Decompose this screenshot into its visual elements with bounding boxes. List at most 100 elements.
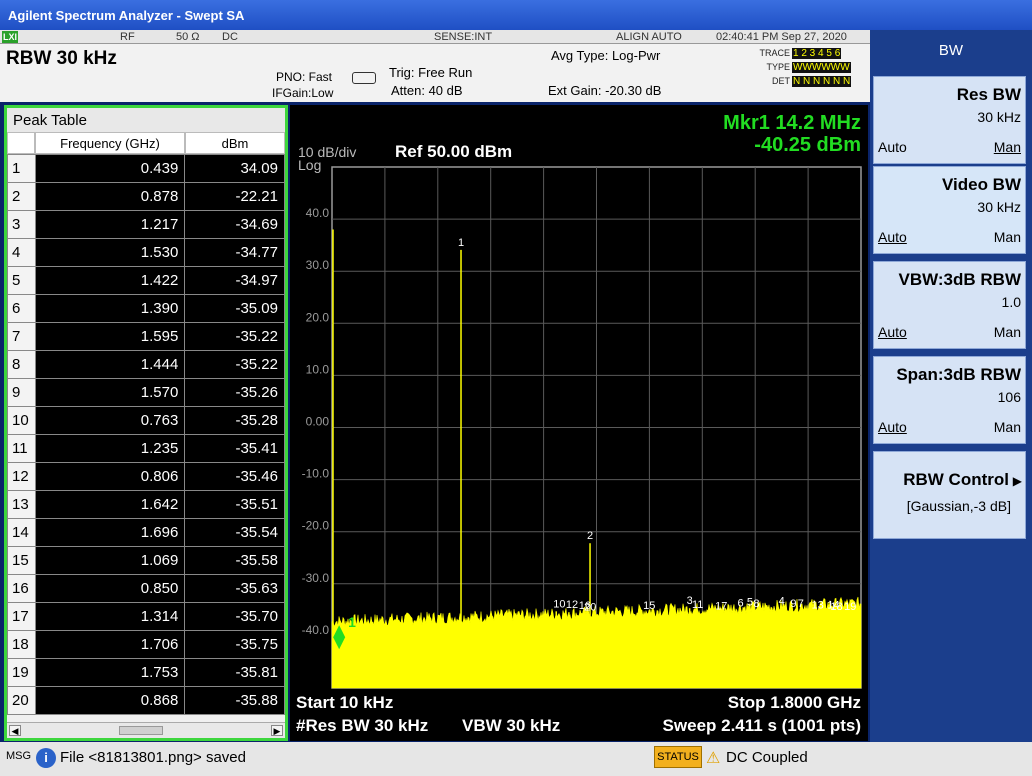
peak-dbm-cell: -22.21	[184, 182, 285, 211]
table-row[interactable]: 17 1.314 -35.70	[7, 602, 285, 631]
peak-dbm-cell: -35.88	[184, 686, 285, 715]
scroll-left-arrow-icon[interactable]: ◀	[9, 725, 21, 736]
sweep-label: Sweep 2.411 s (1001 pts)	[663, 716, 861, 735]
table-row[interactable]: 11 1.235 -35.41	[7, 434, 285, 463]
marker-label: 15	[643, 600, 655, 612]
peak-index-cell: 2	[7, 182, 36, 211]
atten-label: Atten: 40 dB	[391, 83, 463, 98]
status-button[interactable]: STATUS	[654, 746, 702, 768]
measurement-bar: LXI RF 50 Ω DC SENSE:INT ALIGN AUTO 02:4…	[0, 30, 870, 102]
video-bw-value: 30 kHz	[977, 199, 1021, 215]
table-row[interactable]: 7 1.595 -35.22	[7, 322, 285, 351]
peak-dbm-cell: -35.41	[184, 434, 285, 463]
y-tick-label: 20.0	[306, 310, 330, 324]
rbw-control-softkey[interactable]: RBW Control ▶ [Gaussian,-3 dB]	[873, 451, 1026, 539]
span-rbw-softkey[interactable]: Span:3dB RBW 106 Auto Man	[873, 356, 1026, 444]
res-bw-man: Man	[993, 139, 1021, 155]
scroll-thumb[interactable]	[119, 726, 163, 735]
res-bw-value: 30 kHz	[977, 109, 1021, 125]
vbw-label: VBW 30 kHz	[462, 716, 560, 735]
marker-label: 9	[790, 598, 796, 610]
impedance-label: 50 Ω	[176, 31, 200, 43]
peak-dbm-cell: 34.09	[184, 154, 285, 183]
span-rbw-auto: Auto	[878, 419, 907, 435]
peak-index-cell: 7	[7, 322, 36, 351]
peak-table-header: Frequency (GHz) dBm	[7, 132, 285, 154]
submenu-arrow-icon: ▶	[1012, 474, 1022, 488]
peak-dbm-cell: -35.26	[184, 378, 285, 407]
coupling-message: DC Coupled	[726, 749, 808, 766]
marker-label: 12	[566, 599, 578, 611]
peak-frequency-cell: 1.595	[34, 322, 186, 351]
msg-label: MSG	[6, 750, 32, 762]
scroll-right-arrow-icon[interactable]: ▶	[271, 725, 283, 736]
status-bar: MSG i File <81813801.png> saved STATUS ⚠…	[0, 742, 1032, 776]
res-bw-title: Res BW	[956, 85, 1021, 104]
vbw-rbw-value: 1.0	[1001, 294, 1021, 310]
marker-label: 8	[753, 598, 759, 610]
scale-type-label: Log	[298, 157, 321, 173]
peak-table-panel: Peak Table Frequency (GHz) dBm 1 0.439 34.…	[4, 105, 288, 741]
peak-dbm-cell: -34.77	[184, 238, 285, 267]
peak-dbm-cell: -35.28	[184, 406, 285, 435]
peak-markers: 1123 456 78 910 1112 13 141516 17 18 1920	[333, 237, 856, 650]
dbm-header[interactable]: dBm	[185, 132, 285, 154]
table-row[interactable]: 3 1.217 -34.69	[7, 210, 285, 239]
res-bw-label: #Res BW 30 kHz	[296, 716, 428, 735]
datetime: 02:40:41 PM Sep 27, 2020	[716, 31, 847, 43]
table-row[interactable]: 6 1.390 -35.09	[7, 294, 285, 323]
status-message: File <81813801.png> saved	[60, 749, 246, 766]
vbw-rbw-title: VBW:3dB RBW	[898, 270, 1021, 289]
peak-frequency-cell: 1.753	[34, 658, 186, 687]
table-row[interactable]: 15 1.069 -35.58	[7, 546, 285, 575]
peak-dbm-cell: -35.81	[184, 658, 285, 687]
rf-input-label: RF	[120, 31, 135, 43]
det-label: DET	[772, 76, 790, 86]
peak-dbm-cell: -35.54	[184, 518, 285, 547]
table-row[interactable]: 14 1.696 -35.54	[7, 518, 285, 547]
vbw-rbw-man: Man	[993, 324, 1021, 340]
table-row[interactable]: 16 0.850 -35.63	[7, 574, 285, 603]
y-tick-label: -10.0	[302, 467, 330, 481]
table-row[interactable]: 9 1.570 -35.26	[7, 378, 285, 407]
rbw-control-value: [Gaussian,-3 dB]	[906, 498, 1011, 514]
peak-index-cell: 15	[7, 546, 36, 575]
peak-frequency-cell: 0.806	[34, 462, 186, 491]
vbw-rbw-softkey[interactable]: VBW:3dB RBW 1.0 Auto Man	[873, 261, 1026, 349]
table-row[interactable]: 5 1.422 -34.97	[7, 266, 285, 295]
table-row[interactable]: 20 0.868 -35.88	[7, 686, 285, 715]
trace-label: TRACE	[759, 48, 790, 58]
table-row[interactable]: 1 0.439 34.09	[7, 154, 285, 183]
table-row[interactable]: 12 0.806 -35.46	[7, 462, 285, 491]
table-row[interactable]: 18 1.706 -35.75	[7, 630, 285, 659]
video-bw-man: Man	[993, 229, 1021, 245]
peak-frequency-cell: 0.868	[34, 686, 186, 715]
spectrum-svg[interactable]: 10 dB/div Log Ref 50.00 dBm Mkr1 14.2 MH…	[290, 105, 868, 741]
trigger-icon	[352, 72, 376, 84]
peak-frequency-cell: 1.696	[34, 518, 186, 547]
marker-label: 20	[584, 601, 596, 613]
trace-status-block: TRACE 1 2 3 4 5 6 TYPE WWWWWW DET N N N N N…	[752, 48, 868, 90]
peak-dbm-cell: -35.75	[184, 630, 285, 659]
warning-icon: ⚠	[706, 750, 721, 767]
table-row[interactable]: 13 1.642 -35.51	[7, 490, 285, 519]
video-bw-title: Video BW	[941, 175, 1021, 194]
span-rbw-man: Man	[993, 419, 1021, 435]
table-row[interactable]: 4 1.530 -34.77	[7, 238, 285, 267]
table-row[interactable]: 2 0.878 -22.21	[7, 182, 285, 211]
horizontal-scrollbar[interactable]: ◀ ▶	[7, 722, 285, 738]
menu-title: BW	[938, 42, 964, 59]
peak-index-cell: 12	[7, 462, 36, 491]
table-row[interactable]: 19 1.753 -35.81	[7, 658, 285, 687]
window-title: Agilent Spectrum Analyzer - Swept SA	[8, 8, 245, 23]
peak-dbm-cell: -35.22	[184, 322, 285, 351]
res-bw-softkey[interactable]: Res BW 30 kHz Auto Man	[873, 76, 1026, 164]
vbw-rbw-auto: Auto	[878, 324, 907, 340]
table-row[interactable]: 10 0.763 -35.28	[7, 406, 285, 435]
video-bw-softkey[interactable]: Video BW 30 kHz Auto Man	[873, 166, 1026, 254]
marker-amp-readout: -40.25 dBm	[754, 134, 861, 156]
frequency-header[interactable]: Frequency (GHz)	[35, 132, 185, 154]
y-axis-ticks: 40.0 30.0 20.0 10.0 0.00 -10.0 -20.0 -30.0 -40.0	[302, 206, 330, 637]
window-title-bar: Agilent Spectrum Analyzer - Swept SA	[0, 0, 1032, 30]
table-row[interactable]: 8 1.444 -35.22	[7, 350, 285, 379]
